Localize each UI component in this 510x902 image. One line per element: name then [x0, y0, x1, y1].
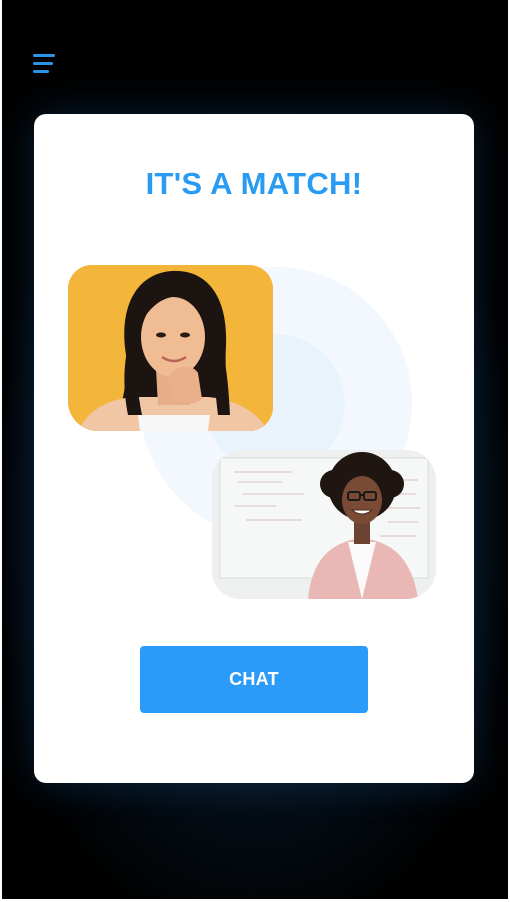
- match-photo-user: [68, 265, 273, 431]
- user-photo-image: [68, 265, 273, 431]
- app-screen: IT'S A MATCH! CHAT: [2, 0, 508, 899]
- menu-line: [33, 62, 53, 65]
- partner-photo-image: [212, 450, 436, 599]
- match-card: IT'S A MATCH! CHAT: [34, 114, 474, 783]
- menu-line: [33, 54, 55, 57]
- chat-button[interactable]: CHAT: [140, 646, 368, 713]
- menu-line: [33, 70, 49, 73]
- hamburger-menu-icon[interactable]: [33, 52, 57, 76]
- match-title: IT'S A MATCH!: [145, 166, 363, 201]
- match-photo-partner: [212, 450, 436, 599]
